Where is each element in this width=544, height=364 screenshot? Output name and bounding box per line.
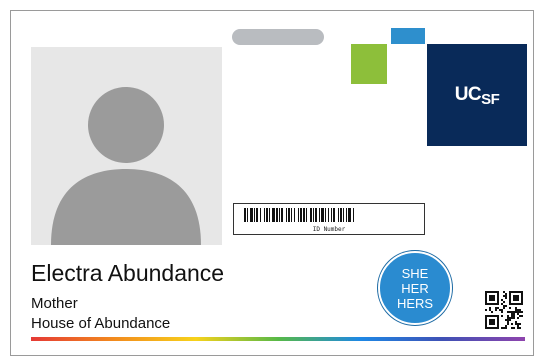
pronoun-line-1: SHE xyxy=(401,265,429,281)
qr-code-icon xyxy=(485,291,523,329)
person-organization: House of Abundance xyxy=(31,315,171,332)
person-role: Mother xyxy=(31,295,78,312)
avatar-placeholder-icon xyxy=(31,47,222,245)
barcode-label: ID Number xyxy=(312,226,346,233)
logo-accent-green-square xyxy=(351,44,387,84)
person-name: Electra Abundance xyxy=(31,260,225,286)
pronoun-line-2: HER xyxy=(401,280,429,296)
pronoun-line-3: HERS xyxy=(396,295,434,311)
logo-accent-blue-square xyxy=(391,28,425,44)
ucsf-logo: UCSF xyxy=(427,44,527,146)
pronoun-badge: SHE HER HERS xyxy=(378,251,452,325)
logo-text: UCSF xyxy=(454,84,500,108)
slot-punch-pill xyxy=(232,29,324,45)
rainbow-stripe xyxy=(31,337,525,341)
id-badge-card: UCSF ID Number Electra Abundance Mother … xyxy=(10,10,534,356)
barcode-icon: ID Number xyxy=(233,203,425,235)
